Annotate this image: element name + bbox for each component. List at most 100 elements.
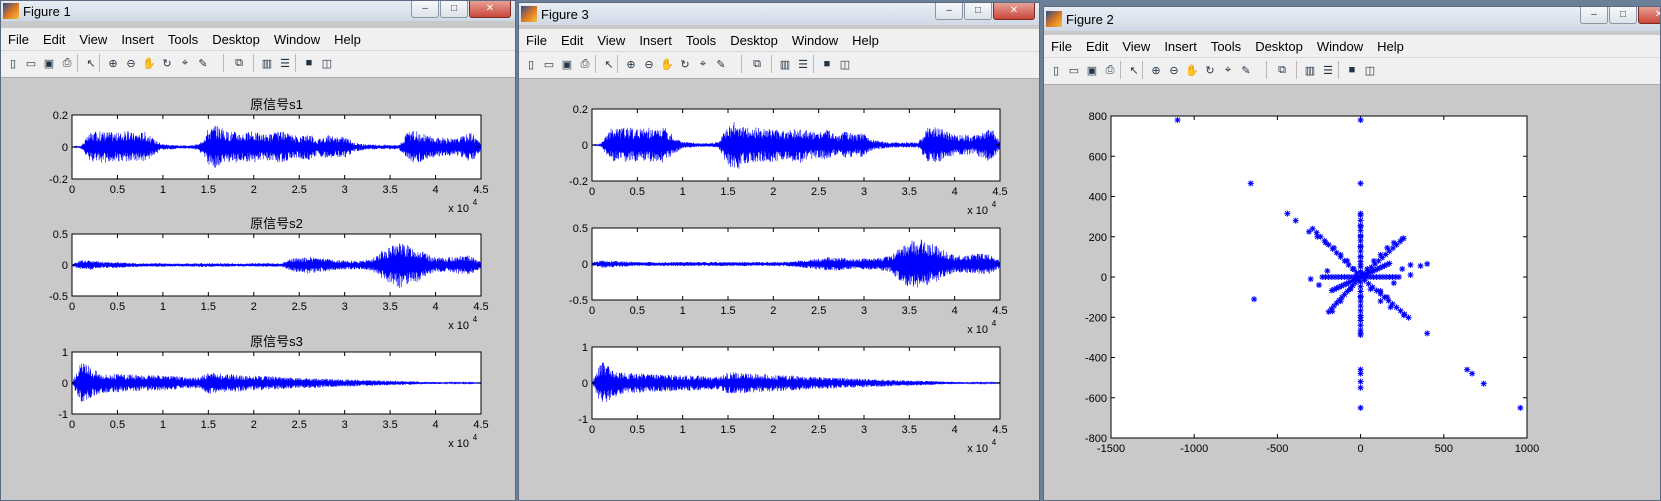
data-cursor-icon[interactable]: ⌖	[695, 56, 711, 72]
data-cursor-icon[interactable]: ⌖	[177, 55, 193, 71]
figure2-window[interactable]: Figure 2 – □ ✕ File Edit View Insert Tools De…	[1043, 6, 1661, 501]
hide-plot-tools-icon[interactable]: ■	[301, 55, 317, 71]
toolbar-separator	[741, 55, 742, 73]
print-icon[interactable]: ⎙	[1102, 62, 1118, 78]
menu-insert[interactable]: Insert	[1162, 39, 1199, 54]
zoom-out-icon[interactable]: ⊖	[1166, 62, 1182, 78]
link-plot-icon[interactable]: ⧉	[231, 55, 247, 71]
open-folder-icon[interactable]: ▭	[1066, 62, 1082, 78]
brush-icon[interactable]: ✎	[1238, 62, 1254, 78]
figure3-axes[interactable]: 0 0.5 1 1.5 2 2.5 3 3.5 4 4.50.20-0.2x 1040 0.5 1 1.…	[519, 79, 1040, 501]
zoom-out-icon[interactable]: ⊖	[641, 56, 657, 72]
pan-hand-icon[interactable]: ✋	[1184, 62, 1200, 78]
menu-view[interactable]: View	[1120, 39, 1152, 54]
menu-view[interactable]: View	[77, 32, 109, 47]
pan-hand-icon[interactable]: ✋	[659, 56, 675, 72]
show-plot-tools-icon[interactable]: ◫	[1362, 62, 1378, 78]
close-button[interactable]: ✕	[1638, 7, 1660, 24]
zoom-in-icon[interactable]: ⊕	[1148, 62, 1164, 78]
legend-icon[interactable]: ☰	[277, 55, 293, 71]
link-plot-icon[interactable]: ⧉	[1274, 62, 1290, 78]
close-button[interactable]: ✕	[993, 3, 1035, 20]
colorbar-icon[interactable]: ▥	[1302, 62, 1318, 78]
rotate-3d-icon[interactable]: ↻	[677, 56, 693, 72]
scatter-point	[1424, 330, 1431, 337]
rotate-3d-icon[interactable]: ↻	[1202, 62, 1218, 78]
scatter-point	[1364, 265, 1371, 272]
select-arrow-icon[interactable]: ↖	[1126, 62, 1142, 78]
brush-icon[interactable]: ✎	[713, 56, 729, 72]
save-icon[interactable]: ▣	[559, 56, 575, 72]
menu-file[interactable]: File	[1049, 39, 1074, 54]
menu-desktop[interactable]: Desktop	[1253, 39, 1305, 54]
zoom-in-icon[interactable]: ⊕	[105, 55, 121, 71]
figure3-window[interactable]: Figure 3 – □ ✕ File Edit View Insert Tools De…	[518, 2, 1040, 501]
legend-icon[interactable]: ☰	[1320, 62, 1336, 78]
y-tick-label: -0.2	[49, 174, 68, 186]
legend-icon[interactable]: ☰	[795, 56, 811, 72]
scatter-point	[1357, 233, 1364, 240]
minimize-button[interactable]: –	[411, 1, 439, 18]
menu-desktop[interactable]: Desktop	[210, 32, 262, 47]
menu-insert[interactable]: Insert	[637, 33, 674, 48]
menu-file[interactable]: File	[6, 32, 31, 47]
menu-window[interactable]: Window	[272, 32, 322, 47]
menu-window[interactable]: Window	[1315, 39, 1365, 54]
close-button[interactable]: ✕	[469, 1, 511, 18]
menu-tools[interactable]: Tools	[684, 33, 718, 48]
menu-edit[interactable]: Edit	[41, 32, 67, 47]
new-file-icon[interactable]: ▯	[1048, 62, 1064, 78]
rotate-3d-icon[interactable]: ↻	[159, 55, 175, 71]
figure2-axes[interactable]: -1500 -1000 -500 0 500 10008006004002000-200-…	[1044, 85, 1661, 501]
menu-tools[interactable]: Tools	[1209, 39, 1243, 54]
open-folder-icon[interactable]: ▭	[23, 55, 39, 71]
maximize-button[interactable]: □	[440, 1, 468, 18]
print-icon[interactable]: ⎙	[577, 56, 593, 72]
data-cursor-icon[interactable]: ⌖	[1220, 62, 1236, 78]
figure1-title-bar[interactable]: Figure 1 – □ ✕	[1, 1, 515, 21]
colorbar-icon[interactable]: ▥	[259, 55, 275, 71]
figure2-title-bar[interactable]: Figure 2 – □ ✕	[1044, 7, 1660, 31]
colorbar-icon[interactable]: ▥	[777, 56, 793, 72]
save-icon[interactable]: ▣	[41, 55, 57, 71]
open-folder-icon[interactable]: ▭	[541, 56, 557, 72]
toolbar-separator	[1120, 61, 1121, 79]
zoom-in-icon[interactable]: ⊕	[623, 56, 639, 72]
figure3-title-bar[interactable]: Figure 3 – □ ✕	[519, 3, 1039, 25]
figure1-window[interactable]: Figure 1 – □ ✕ File Edit View Insert Tools De…	[0, 0, 516, 501]
new-file-icon[interactable]: ▯	[523, 56, 539, 72]
link-plot-icon[interactable]: ⧉	[749, 56, 765, 72]
pan-hand-icon[interactable]: ✋	[141, 55, 157, 71]
select-arrow-icon[interactable]: ↖	[83, 55, 99, 71]
maximize-button[interactable]: □	[1609, 7, 1637, 24]
minimize-button[interactable]: –	[1580, 7, 1608, 24]
x-tick-label: 0.5	[110, 301, 125, 313]
menu-edit[interactable]: Edit	[559, 33, 585, 48]
hide-plot-tools-icon[interactable]: ■	[1344, 62, 1360, 78]
print-icon[interactable]: ⎙	[59, 55, 75, 71]
save-icon[interactable]: ▣	[1084, 62, 1100, 78]
menu-help[interactable]: Help	[850, 33, 881, 48]
y-tick-label: 400	[1089, 192, 1107, 204]
x-tick-label: 0	[69, 184, 75, 196]
x-tick-label: 3.5	[382, 301, 397, 313]
menu-file[interactable]: File	[524, 33, 549, 48]
menu-window[interactable]: Window	[790, 33, 840, 48]
figure1-axes[interactable]: 0 0.5 1 1.5 2 2.5 3 3.5 4 4.50.20-0.2x 104原信号s10 0…	[1, 78, 516, 501]
brush-icon[interactable]: ✎	[195, 55, 211, 71]
menu-help[interactable]: Help	[332, 32, 363, 47]
menu-help[interactable]: Help	[1375, 39, 1406, 54]
maximize-button[interactable]: □	[964, 3, 992, 20]
new-file-icon[interactable]: ▯	[5, 55, 21, 71]
menu-edit[interactable]: Edit	[1084, 39, 1110, 54]
minimize-button[interactable]: –	[935, 3, 963, 20]
hide-plot-tools-icon[interactable]: ■	[819, 56, 835, 72]
show-plot-tools-icon[interactable]: ◫	[319, 55, 335, 71]
select-arrow-icon[interactable]: ↖	[601, 56, 617, 72]
show-plot-tools-icon[interactable]: ◫	[837, 56, 853, 72]
menu-tools[interactable]: Tools	[166, 32, 200, 47]
zoom-out-icon[interactable]: ⊖	[123, 55, 139, 71]
menu-desktop[interactable]: Desktop	[728, 33, 780, 48]
menu-view[interactable]: View	[595, 33, 627, 48]
menu-insert[interactable]: Insert	[119, 32, 156, 47]
